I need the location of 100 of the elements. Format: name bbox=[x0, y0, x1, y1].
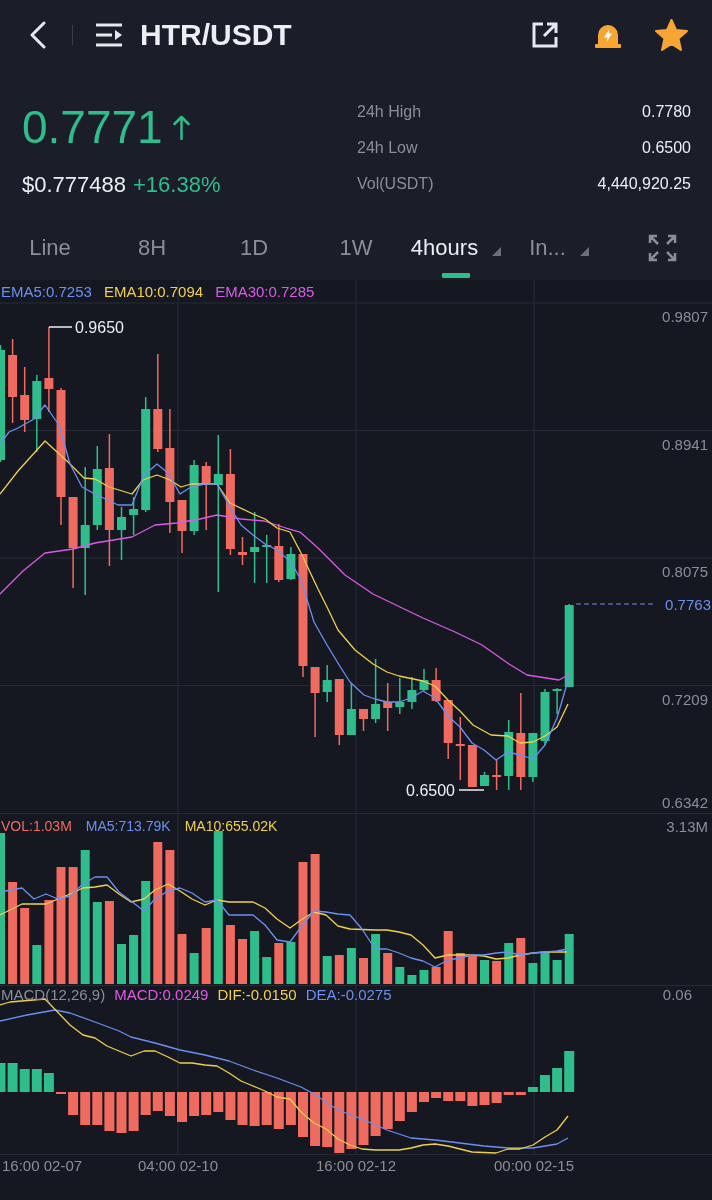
histogram-bar bbox=[189, 1092, 200, 1116]
volume-bar bbox=[250, 931, 260, 984]
volume-bar bbox=[492, 961, 502, 984]
high-price-label: 0.9650 bbox=[75, 319, 124, 336]
indicator-reading: DIF:-0.0150 bbox=[217, 985, 297, 1005]
leader-line bbox=[458, 789, 485, 791]
candlestick bbox=[443, 700, 453, 759]
candlestick bbox=[407, 677, 417, 709]
candlestick bbox=[310, 667, 320, 737]
volume-bar bbox=[443, 931, 453, 984]
candlestick bbox=[286, 547, 296, 580]
candlestick bbox=[334, 679, 344, 745]
volume-axis-label: 3.13M bbox=[666, 818, 708, 835]
histogram-bar bbox=[334, 1092, 345, 1153]
indicator-reading: EMA30:0.7285 bbox=[215, 282, 315, 302]
candlestick bbox=[129, 497, 139, 535]
candlestick bbox=[480, 772, 489, 786]
expand-icon[interactable] bbox=[648, 232, 677, 263]
histogram-bar bbox=[152, 1092, 163, 1111]
last-price-label: 0.7763 bbox=[665, 595, 711, 613]
candlestick bbox=[492, 759, 502, 790]
histogram-bar bbox=[177, 1092, 187, 1122]
candlestick bbox=[540, 689, 550, 745]
histogram-bar bbox=[298, 1092, 308, 1137]
histogram-bar bbox=[358, 1092, 369, 1145]
histogram-bar bbox=[201, 1092, 212, 1115]
candlestick bbox=[177, 500, 187, 553]
indicator-title: MACD(12,26,9) bbox=[1, 985, 106, 1005]
stat-value: 0.6500 bbox=[642, 138, 691, 158]
histogram-bar bbox=[213, 1092, 224, 1112]
volume-bar bbox=[286, 942, 296, 984]
candlestick bbox=[274, 524, 284, 582]
interval-tab[interactable]: 1W bbox=[332, 215, 380, 280]
volume-bar bbox=[346, 948, 356, 984]
volume-bar bbox=[32, 945, 42, 984]
histogram-bar bbox=[479, 1092, 490, 1105]
volume-bar bbox=[334, 955, 344, 984]
interval-tab[interactable]: 8H bbox=[130, 215, 174, 280]
leader-line bbox=[48, 326, 73, 328]
volume-bar bbox=[383, 953, 393, 984]
interval-tab[interactable]: In... bbox=[522, 215, 596, 280]
histogram-bar bbox=[104, 1092, 115, 1131]
indicator-reading: MACD:0.0249 bbox=[114, 985, 209, 1005]
volume-bar bbox=[395, 967, 405, 984]
candlestick bbox=[455, 717, 465, 780]
histogram-bar bbox=[310, 1092, 321, 1146]
star-icon[interactable] bbox=[655, 19, 688, 51]
histogram-bar bbox=[285, 1092, 296, 1125]
stat-label: 24h Low bbox=[357, 138, 418, 158]
candlestick bbox=[250, 512, 260, 583]
histogram-bar bbox=[346, 1092, 357, 1149]
candlestick bbox=[117, 507, 126, 560]
candlestick bbox=[504, 720, 514, 790]
pair-title: HTR/USDT bbox=[140, 17, 292, 53]
menu-icon[interactable] bbox=[95, 22, 123, 48]
interval-tab[interactable]: 1D bbox=[232, 215, 276, 280]
back-icon[interactable] bbox=[29, 21, 47, 49]
candlestick bbox=[322, 665, 332, 702]
histogram-bar bbox=[322, 1092, 333, 1147]
price-axis-label: 0.9807 bbox=[662, 308, 708, 325]
volume-bar bbox=[552, 960, 562, 984]
histogram-bar bbox=[370, 1092, 381, 1136]
histogram-bar bbox=[261, 1092, 272, 1125]
candlestick bbox=[359, 709, 368, 731]
usd-price: $0.777488 bbox=[22, 170, 126, 199]
stat-value: 4,440,920.25 bbox=[597, 174, 691, 194]
price-axis-label: 0.8075 bbox=[662, 563, 708, 580]
volume-bar bbox=[504, 943, 514, 984]
last-price: 0.7771 bbox=[22, 100, 163, 155]
histogram-bar bbox=[540, 1075, 550, 1092]
volume-bar bbox=[238, 939, 247, 984]
stat-value: 0.7780 bbox=[642, 102, 691, 122]
volume-bar bbox=[419, 970, 429, 984]
volume-bar bbox=[262, 957, 272, 984]
histogram-bar bbox=[382, 1092, 393, 1129]
candlestick bbox=[528, 733, 538, 782]
volume-bar bbox=[564, 934, 574, 984]
candlestick bbox=[395, 678, 405, 714]
histogram-bar bbox=[43, 1073, 54, 1092]
interval-tab[interactable]: Line bbox=[22, 215, 78, 280]
low-price-label: 0.6500 bbox=[406, 782, 455, 799]
candlestick bbox=[238, 537, 247, 565]
volume-bar bbox=[480, 960, 489, 984]
histogram-bar bbox=[419, 1092, 429, 1102]
price-axis-label: 0.6342 bbox=[662, 794, 708, 811]
candlestick bbox=[20, 367, 30, 432]
volume-bar bbox=[359, 958, 368, 984]
interval-tab[interactable]: 4hours bbox=[409, 215, 503, 280]
external-link-icon[interactable] bbox=[531, 21, 559, 49]
histogram-bar bbox=[31, 1069, 42, 1092]
histogram-bar bbox=[273, 1092, 284, 1129]
histogram-bar bbox=[225, 1092, 236, 1120]
volume-bar bbox=[455, 953, 465, 984]
time-axis-label: 16:00 02-07 bbox=[2, 1157, 83, 1174]
candlestick bbox=[467, 745, 477, 787]
histogram-bar bbox=[249, 1092, 260, 1126]
volume-bar bbox=[225, 925, 235, 984]
price-axis-label: 0.8941 bbox=[662, 435, 708, 453]
candlestick bbox=[431, 668, 441, 702]
histogram-bar bbox=[92, 1092, 103, 1125]
